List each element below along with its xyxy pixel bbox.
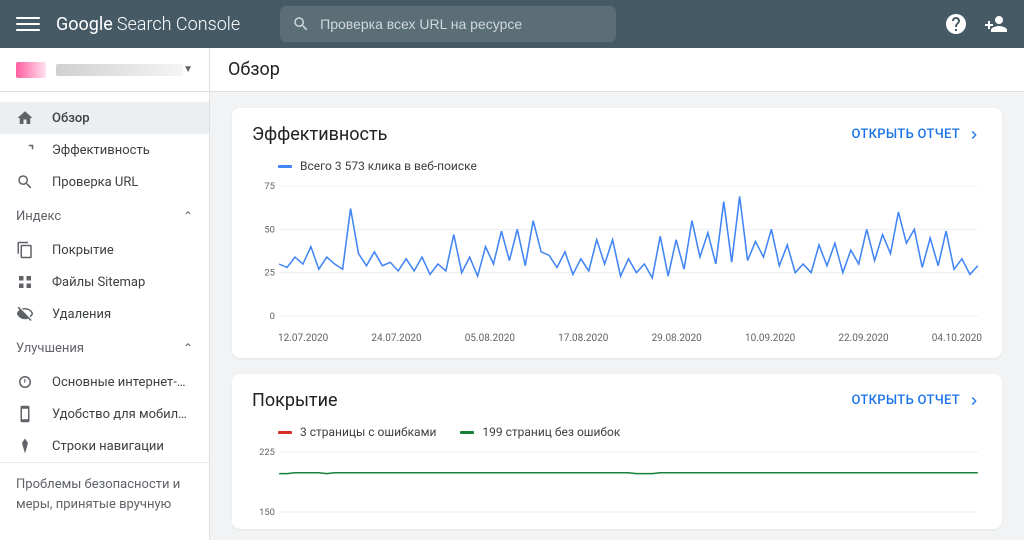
legend-label: 199 страниц без ошибок — [482, 425, 620, 439]
svg-text:0: 0 — [270, 311, 275, 321]
menu-icon[interactable] — [16, 12, 40, 36]
app-logo: Google Search Console — [56, 14, 240, 35]
sidebar-item-performance[interactable]: Эффективность — [0, 134, 209, 166]
sidebar-item-label: Эффективность — [52, 143, 150, 158]
legend-item-errors: 3 страницы с ошибками — [278, 425, 436, 439]
trend-icon — [16, 141, 34, 159]
help-icon[interactable] — [944, 12, 968, 36]
chevron-down-icon: ▼ — [183, 64, 193, 75]
open-report-label: ОТКРЫТЬ ОТЧЕТ — [851, 127, 960, 142]
chevron-right-icon — [966, 393, 982, 409]
sidebar-item-label: Строки навигации — [52, 439, 164, 454]
url-search-input[interactable] — [320, 16, 604, 32]
sidebar-item-sitemaps[interactable]: Файлы Sitemap — [0, 266, 209, 298]
sitemap-icon — [16, 273, 34, 291]
open-report-button[interactable]: ОТКРЫТЬ ОТЧЕТ — [851, 393, 982, 409]
performance-chart: 0 25 50 75 — [232, 181, 1002, 333]
sidebar-section-label: Индекс — [16, 209, 183, 224]
sidebar-section-label: Улучшения — [16, 341, 183, 356]
sidebar-item-label: Обзор — [52, 111, 90, 126]
sidebar: ▼ Обзор Эффективность Проверка URL Индек… — [0, 48, 210, 540]
app-header: Google Search Console — [0, 0, 1024, 48]
open-report-label: ОТКРЫТЬ ОТЧЕТ — [851, 393, 960, 408]
chevron-up-icon: ⌃ — [183, 209, 193, 223]
legend-swatch — [278, 431, 292, 434]
svg-text:25: 25 — [264, 268, 275, 279]
legend-item-clicks: Всего 3 573 клика в веб-поиске — [278, 159, 477, 173]
add-user-icon[interactable] — [984, 12, 1008, 36]
sidebar-item-label: Файлы Sitemap — [52, 275, 145, 290]
sidebar-item-label: Удаления — [52, 307, 111, 322]
sidebar-section-index[interactable]: Индекс ⌃ — [0, 198, 209, 234]
legend-item-ok: 199 страниц без ошибок — [460, 425, 620, 439]
sidebar-item-label: Удобство для мобильных — [52, 407, 193, 422]
sidebar-item-url-inspection[interactable]: Проверка URL — [0, 166, 209, 198]
legend-label: Всего 3 573 клика в веб-поиске — [300, 159, 477, 173]
sidebar-item-coverage[interactable]: Покрытие — [0, 234, 209, 266]
performance-card: Эффективность ОТКРЫТЬ ОТЧЕТ Всего 3 573 … — [232, 108, 1002, 358]
main-content: Обзор Эффективность ОТКРЫТЬ ОТЧЕТ Всего … — [210, 48, 1024, 540]
sidebar-section-enhancements[interactable]: Улучшения ⌃ — [0, 330, 209, 366]
phone-icon — [16, 405, 34, 423]
sidebar-item-overview[interactable]: Обзор — [0, 102, 209, 134]
chevron-right-icon — [966, 127, 982, 143]
card-title: Эффективность — [252, 124, 851, 145]
legend-swatch — [460, 431, 474, 434]
coverage-card: Покрытие ОТКРЫТЬ ОТЧЕТ 3 страницы с ошиб… — [232, 374, 1002, 529]
property-selector[interactable]: ▼ — [0, 48, 209, 92]
logo-search-console: Search Console — [117, 14, 240, 35]
legend-swatch — [278, 165, 292, 168]
svg-text:150: 150 — [259, 507, 275, 517]
copy-icon — [16, 241, 34, 259]
card-title: Покрытие — [252, 390, 851, 411]
x-axis-labels: 12.07.202024.07.202005.08.202017.08.2020… — [232, 333, 1002, 358]
search-icon — [16, 173, 34, 191]
sidebar-item-breadcrumbs[interactable]: Строки навигации — [0, 430, 209, 462]
sidebar-section-security[interactable]: Проблемы безопасности и меры, принятые в… — [0, 462, 209, 526]
logo-google: Google — [56, 14, 113, 35]
sidebar-item-removals[interactable]: Удаления — [0, 298, 209, 330]
sidebar-item-mobile-usability[interactable]: Удобство для мобильных — [0, 398, 209, 430]
url-search-field[interactable] — [280, 6, 616, 42]
svg-text:225: 225 — [259, 447, 275, 458]
svg-text:75: 75 — [264, 181, 275, 192]
sidebar-item-core-web-vitals[interactable]: Основные интернет-показ… — [0, 366, 209, 398]
page-title: Обзор — [210, 48, 1024, 92]
diamond-icon — [16, 437, 34, 455]
legend-label: 3 страницы с ошибками — [300, 425, 436, 439]
sidebar-item-label: Основные интернет-показ… — [52, 375, 193, 390]
sidebar-section-label: Проблемы безопасности и меры, принятые в… — [16, 477, 180, 512]
speed-icon — [16, 373, 34, 391]
property-thumbnail — [16, 62, 46, 78]
chevron-up-icon: ⌃ — [183, 341, 193, 355]
sidebar-item-label: Покрытие — [52, 243, 114, 258]
sidebar-item-label: Проверка URL — [52, 175, 138, 190]
visibility-off-icon — [16, 305, 34, 323]
search-icon — [292, 15, 310, 33]
coverage-chart: 150 225 — [232, 447, 1002, 529]
home-icon — [16, 109, 34, 127]
svg-text:50: 50 — [264, 225, 275, 236]
property-name — [56, 64, 183, 76]
open-report-button[interactable]: ОТКРЫТЬ ОТЧЕТ — [851, 127, 982, 143]
